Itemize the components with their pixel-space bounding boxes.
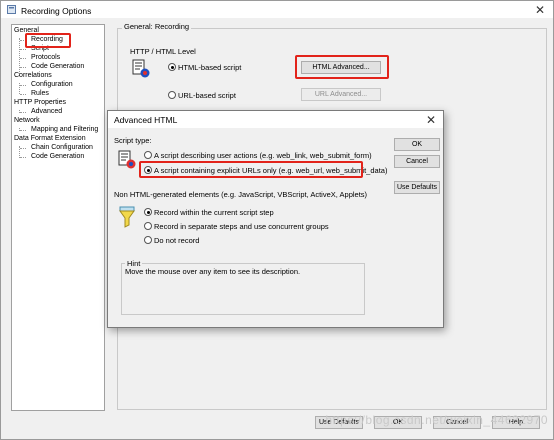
non-html-label: Non HTML-generated elements (e.g. JavaSc…: [114, 190, 368, 199]
record-within-radio[interactable]: [144, 208, 152, 216]
record-separate-radio[interactable]: [144, 222, 152, 230]
recording-highlight: [25, 33, 71, 48]
tree-item-data-format-extension[interactable]: Data Format Extension: [14, 135, 86, 142]
tree-item-http-properties[interactable]: HTTP Properties: [14, 99, 66, 106]
background-strip: [0, 340, 6, 360]
script-type-label: Script type:: [114, 136, 152, 145]
tree-item-chain-configuration[interactable]: Chain Configuration: [31, 144, 93, 151]
tree-line: [20, 157, 26, 158]
hint-text: Move the mouse over any item to see its …: [125, 267, 301, 276]
tree-line: [20, 112, 26, 113]
tree-line: [20, 67, 26, 68]
dialog-cancel-button[interactable]: Cancel: [394, 155, 440, 168]
tree-item-code-generation-2[interactable]: Code Generation: [31, 153, 84, 160]
url-based-label[interactable]: URL-based script: [178, 91, 236, 100]
explicit-urls-highlight: [139, 161, 363, 178]
tree-line: [20, 85, 26, 86]
app-icon: [7, 5, 16, 14]
url-based-radio[interactable]: [168, 91, 176, 99]
script-icon: [132, 59, 150, 78]
tree-line: [20, 94, 26, 95]
html-advanced-highlight: [295, 55, 389, 79]
filter-icon: [119, 206, 135, 228]
script-icon: [118, 150, 136, 169]
record-within-label[interactable]: Record within the current script step: [154, 208, 274, 217]
tree-line: [20, 148, 26, 149]
http-level-label: HTTP / HTML Level: [130, 47, 196, 56]
tree-item-rules[interactable]: Rules: [31, 90, 49, 97]
window-titlebar: Recording Options ✕: [1, 1, 553, 18]
tree-item-advanced[interactable]: Advanced: [31, 108, 62, 115]
tree-line: [20, 49, 26, 50]
options-tree[interactable]: General Recording Script Protocols Code …: [11, 24, 105, 411]
record-separate-label[interactable]: Record in separate steps and use concurr…: [154, 222, 329, 231]
tree-item-protocols[interactable]: Protocols: [31, 54, 60, 61]
tree-line: [20, 58, 26, 59]
tree-item-correlations[interactable]: Correlations: [14, 72, 52, 79]
recording-group-title: General: Recording: [122, 22, 192, 31]
do-not-record-radio[interactable]: [144, 236, 152, 244]
html-based-radio[interactable]: [168, 63, 176, 71]
close-icon[interactable]: ✕: [426, 113, 436, 127]
user-actions-radio[interactable]: [144, 151, 152, 159]
close-icon[interactable]: ✕: [535, 3, 545, 17]
tree-item-mapping-and-filtering[interactable]: Mapping and Filtering: [31, 126, 98, 133]
html-based-label[interactable]: HTML-based script: [178, 63, 241, 72]
do-not-record-label[interactable]: Do not record: [154, 236, 199, 245]
dialog-titlebar: Advanced HTML ✕: [108, 111, 443, 128]
tree-line: [19, 38, 20, 76]
dialog-title: Advanced HTML: [114, 115, 178, 125]
window-title: Recording Options: [21, 6, 92, 16]
tree-line: [20, 130, 26, 131]
tree-item-configuration[interactable]: Configuration: [31, 81, 73, 88]
url-advanced-button[interactable]: URL Advanced...: [301, 88, 381, 101]
advanced-html-dialog: Advanced HTML ✕ Script type: A script de…: [107, 110, 444, 328]
dialog-ok-button[interactable]: OK: [394, 138, 440, 151]
user-actions-label[interactable]: A script describing user actions (e.g. w…: [154, 151, 372, 160]
tree-item-network[interactable]: Network: [14, 117, 40, 124]
tree-item-code-generation[interactable]: Code Generation: [31, 63, 84, 70]
dialog-use-defaults-button[interactable]: Use Defaults: [394, 181, 440, 194]
watermark: https://blog.csdn.net/weixin_44632970: [325, 413, 548, 427]
